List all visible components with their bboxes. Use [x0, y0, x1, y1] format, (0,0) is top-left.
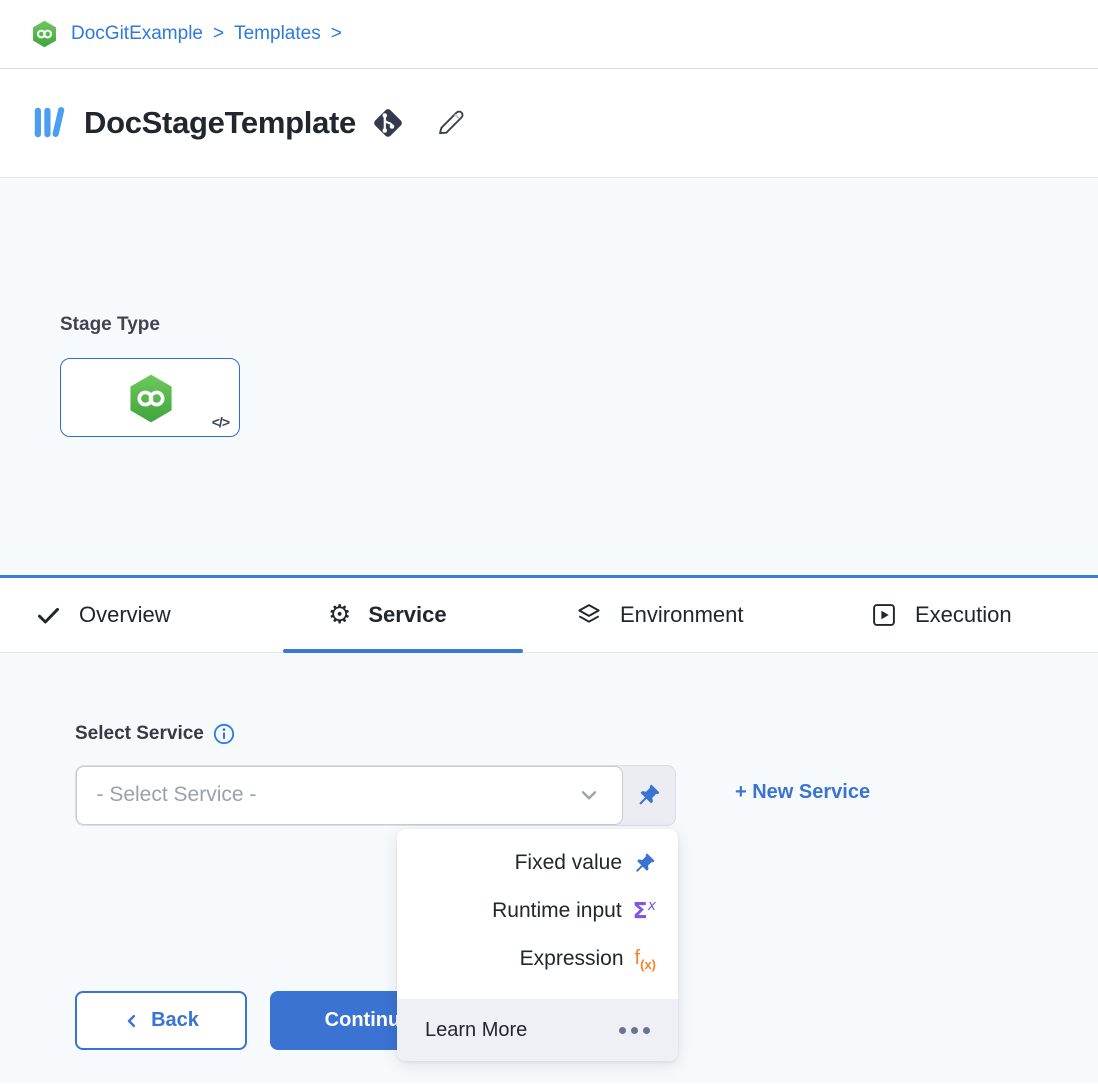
- tab-label: Execution: [915, 602, 1012, 628]
- template-library-icon: [30, 101, 72, 145]
- play-square-icon: [870, 601, 898, 629]
- git-sync-icon: [370, 105, 406, 141]
- service-multitype-input: - Select Service -: [75, 765, 676, 826]
- tab-label: Environment: [620, 602, 744, 628]
- stage-type-section: Stage Type </>: [0, 178, 1098, 575]
- chevron-left-icon: [123, 1012, 141, 1030]
- stage-tabs: Overview ⚙ Service Environment Execution: [0, 578, 1098, 653]
- tab-service[interactable]: ⚙ Service: [328, 578, 447, 652]
- ellipsis-icon: [619, 1027, 650, 1034]
- service-select-placeholder: - Select Service -: [97, 783, 576, 807]
- breadcrumb-project-link[interactable]: DocGitExample: [71, 23, 203, 45]
- menu-item-fixed-value[interactable]: Fixed value: [397, 839, 678, 887]
- harness-deploy-icon: [125, 372, 177, 425]
- value-type-toggle-button[interactable]: [623, 766, 676, 825]
- f-of-x-icon: f(x): [635, 948, 656, 971]
- harness-project-icon: [30, 19, 59, 49]
- tab-execution[interactable]: Execution: [870, 578, 1012, 652]
- menu-item-label: Fixed value: [515, 851, 622, 875]
- value-type-menu: Fixed value Runtime input Σx Expression …: [397, 829, 678, 983]
- menu-item-expression[interactable]: Expression f(x): [397, 935, 678, 983]
- tab-overview[interactable]: Overview: [35, 578, 171, 652]
- menu-item-runtime-input[interactable]: Runtime input Σx: [397, 887, 678, 935]
- page-header: DocStageTemplate: [0, 69, 1098, 178]
- check-icon: [35, 602, 62, 629]
- learn-more-row[interactable]: Learn More: [397, 999, 678, 1061]
- back-button-label: Back: [151, 1009, 199, 1032]
- breadcrumb-templates-link[interactable]: Templates: [234, 23, 321, 45]
- info-icon[interactable]: [213, 723, 235, 745]
- breadcrumb: DocGitExample > Templates >: [0, 0, 1098, 69]
- learn-more-label: Learn More: [425, 1019, 527, 1042]
- tab-label: Overview: [79, 602, 171, 628]
- template-studio-screen: DocGitExample > Templates > DocStageTemp…: [0, 0, 1098, 1084]
- menu-item-label: Expression: [520, 947, 624, 971]
- sigma-x-icon: Σx: [633, 899, 656, 923]
- pin-icon: [633, 852, 656, 875]
- layers-icon: [575, 601, 603, 629]
- menu-item-label: Runtime input: [492, 899, 622, 923]
- chevron-down-icon: [576, 782, 602, 808]
- value-type-popup: Fixed value Runtime input Σx Expression …: [397, 829, 678, 1061]
- back-button[interactable]: Back: [75, 991, 247, 1050]
- page-title: DocStageTemplate: [84, 105, 356, 141]
- service-select[interactable]: - Select Service -: [76, 766, 623, 825]
- tab-environment[interactable]: Environment: [575, 578, 744, 652]
- edit-title-icon[interactable]: [432, 105, 468, 141]
- stage-type-card-deploy[interactable]: </>: [60, 358, 240, 437]
- select-service-label-row: Select Service: [75, 723, 235, 745]
- breadcrumb-separator: >: [213, 23, 224, 45]
- service-tab-panel: Select Service - Select Service - + New …: [0, 653, 1098, 1083]
- tab-label: Service: [368, 602, 446, 628]
- breadcrumb-separator: >: [331, 23, 342, 45]
- new-service-link[interactable]: + New Service: [735, 781, 870, 804]
- stage-type-label: Stage Type: [60, 314, 160, 336]
- code-icon: </>: [212, 414, 229, 430]
- gear-icon: ⚙: [328, 602, 351, 628]
- select-service-label: Select Service: [75, 723, 204, 745]
- pin-icon: [636, 783, 661, 808]
